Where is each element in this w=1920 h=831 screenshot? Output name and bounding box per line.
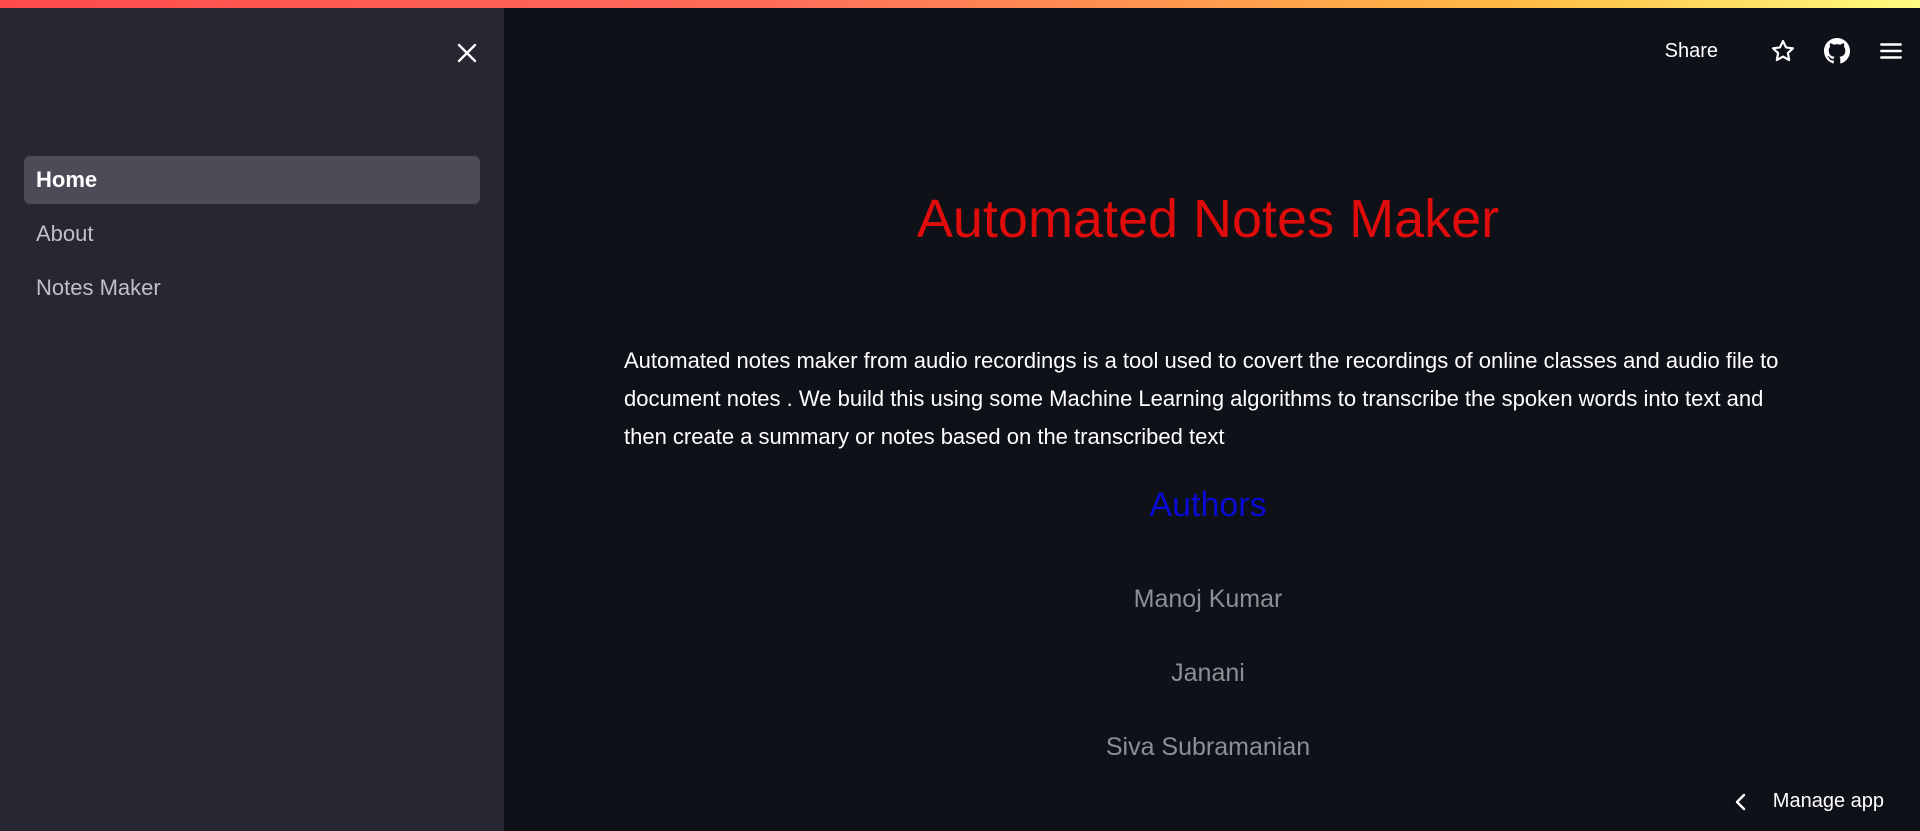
author-name: Manoj Kumar: [1133, 585, 1283, 613]
sidebar: Home About Notes Maker: [0, 8, 504, 831]
star-icon: [1771, 39, 1795, 62]
close-sidebar-button[interactable]: [452, 38, 482, 68]
main-menu-button[interactable]: [1876, 36, 1906, 66]
sidebar-nav: Home About Notes Maker: [24, 156, 480, 318]
description-text: Automated notes maker from audio recordi…: [624, 348, 1779, 449]
close-icon: [457, 43, 477, 63]
manage-app-button[interactable]: Manage app: [1731, 790, 1884, 813]
sidebar-item-label: About: [36, 221, 94, 246]
github-button[interactable]: [1822, 36, 1852, 66]
author-name: Janani: [1171, 659, 1245, 687]
sidebar-item-label: Notes Maker: [36, 275, 161, 300]
header-toolbar: Share: [1665, 30, 1906, 72]
main-content: Share Automated Notes Maker Automated no…: [504, 8, 1920, 831]
github-icon: [1824, 38, 1850, 64]
top-decoration-bar: [0, 0, 1920, 8]
sidebar-item-home[interactable]: Home: [24, 156, 480, 204]
sidebar-item-label: Home: [36, 167, 98, 192]
menu-icon: [1880, 43, 1902, 59]
authors-heading: Authors: [1149, 486, 1267, 524]
chevron-left-icon: [1731, 792, 1751, 812]
manage-app-label: Manage app: [1772, 790, 1884, 812]
sidebar-item-notes-maker[interactable]: Notes Maker: [24, 264, 480, 312]
page-title: Automated Notes Maker: [916, 189, 1500, 249]
share-button[interactable]: Share: [1665, 40, 1718, 63]
star-button[interactable]: [1768, 36, 1798, 66]
sidebar-item-about[interactable]: About: [24, 210, 480, 258]
author-name: Siva Subramanian: [1105, 733, 1311, 761]
